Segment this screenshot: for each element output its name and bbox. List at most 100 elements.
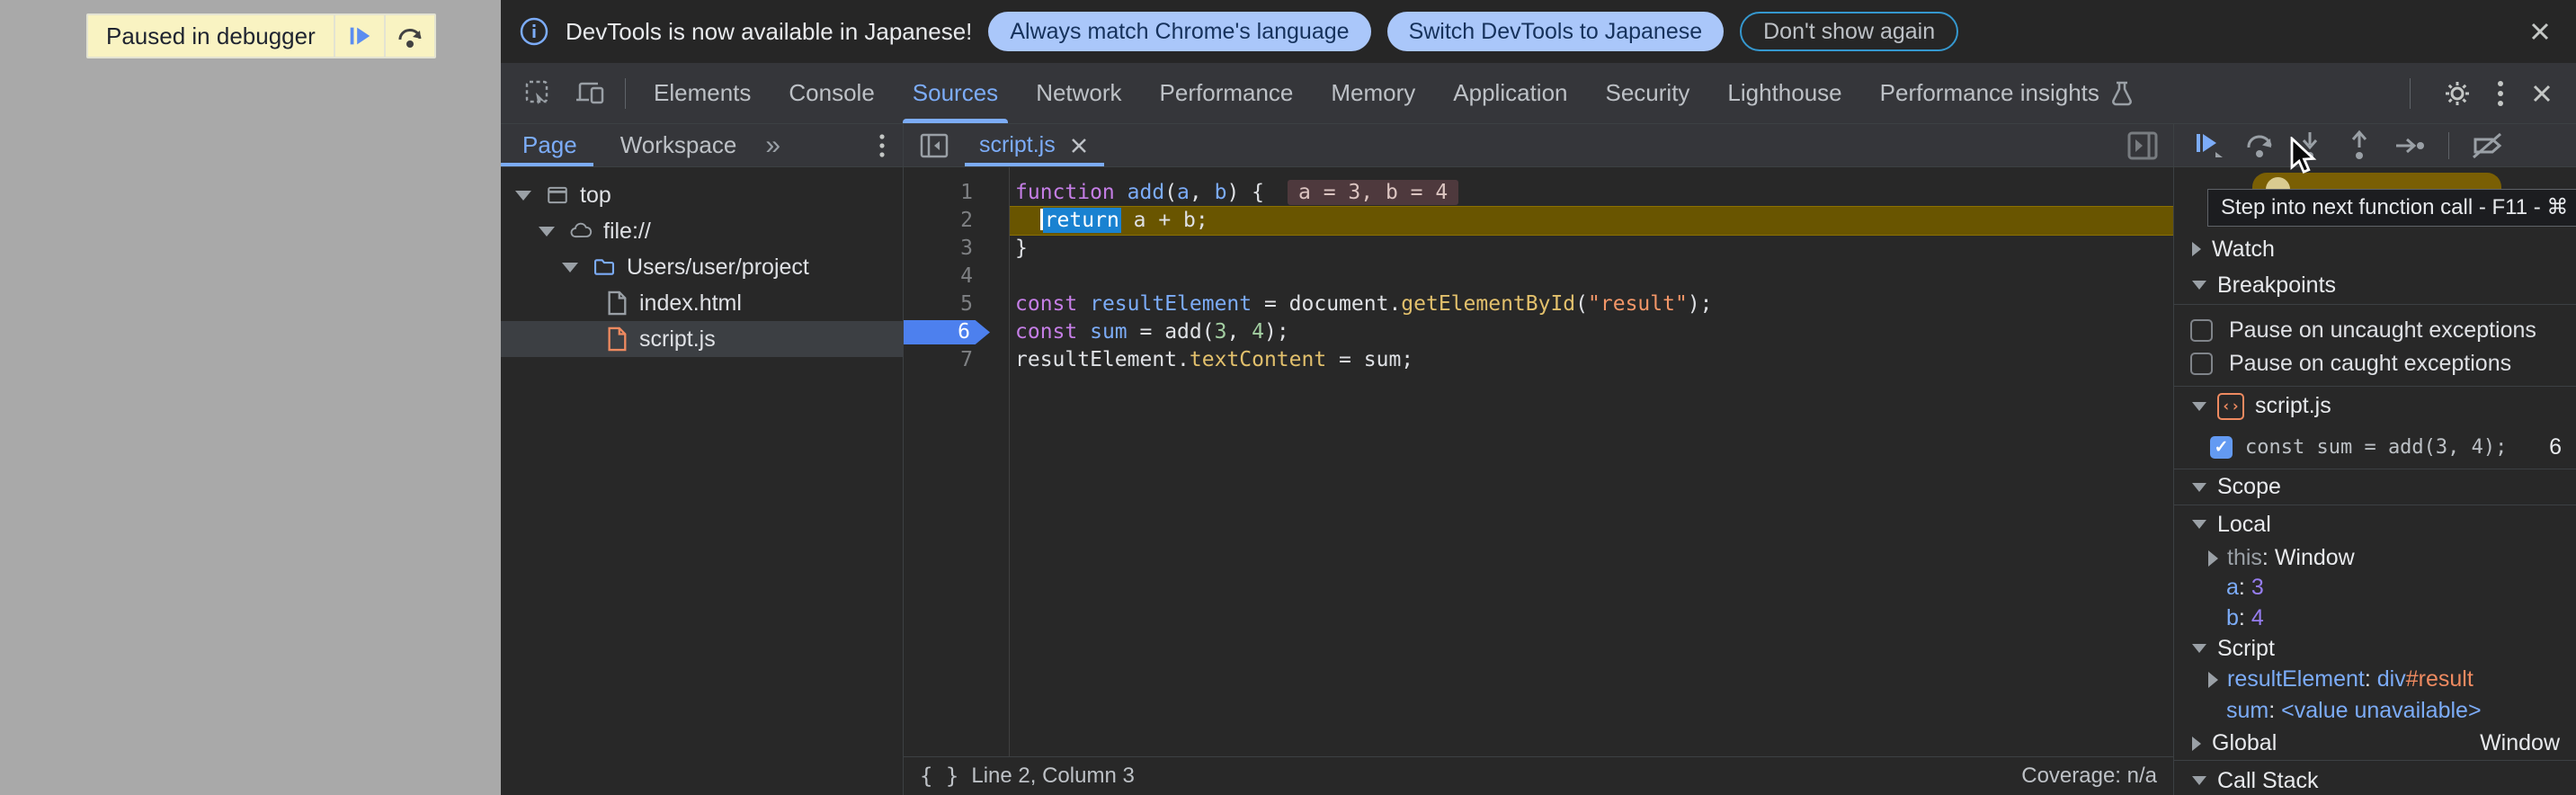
breakpoint-marker-line-6[interactable]: 6 bbox=[904, 320, 990, 344]
step-button[interactable] bbox=[2393, 130, 2428, 161]
step-over-button-page[interactable] bbox=[384, 15, 434, 57]
code-line-1[interactable]: function add(a, b) {a = 3, b = 4 bbox=[1010, 179, 2173, 207]
scope-var-resultelement[interactable]: resultElement: div#result bbox=[2174, 664, 2576, 695]
expand-arrow-icon[interactable] bbox=[512, 191, 535, 201]
inline-variable-evaluation: a = 3, b = 4 bbox=[1288, 180, 1458, 205]
notification-close-button[interactable] bbox=[2526, 17, 2554, 46]
scope-var-sum[interactable]: sum: <value unavailable> bbox=[2174, 695, 2576, 727]
expand-arrow-icon[interactable] bbox=[535, 227, 558, 237]
tab-lighthouse[interactable]: Lighthouse bbox=[1708, 63, 1860, 123]
resume-script-button[interactable] bbox=[2192, 129, 2224, 163]
scope-var-b[interactable]: b: 4 bbox=[2174, 603, 2576, 633]
editor-tab-script-js[interactable]: script.js bbox=[963, 124, 1106, 166]
dont-show-again-button[interactable]: Don't show again bbox=[1740, 12, 1958, 51]
navigator-tab-page[interactable]: Page bbox=[501, 124, 599, 166]
tab-performance[interactable]: Performance bbox=[1141, 63, 1313, 123]
tree-item-project-folder[interactable]: Users/user/project bbox=[501, 249, 903, 285]
line-number[interactable]: 3 bbox=[904, 235, 1009, 263]
navigator-tab-workspace[interactable]: Workspace bbox=[599, 124, 759, 166]
device-toolbar-button[interactable] bbox=[564, 77, 616, 110]
toolbar-divider bbox=[2410, 78, 2411, 109]
code-line-4[interactable] bbox=[1010, 263, 2173, 290]
always-match-language-button[interactable]: Always match Chrome's language bbox=[988, 12, 1370, 51]
pretty-print-icon[interactable]: { } bbox=[920, 764, 958, 789]
collapsed-arrow-icon bbox=[2192, 737, 2201, 751]
tab-sources[interactable]: Sources bbox=[894, 63, 1017, 123]
expanded-arrow-icon bbox=[2192, 402, 2206, 411]
paused-in-debugger-badge: Paused in debugger bbox=[86, 13, 436, 58]
tab-network[interactable]: Network bbox=[1017, 63, 1140, 123]
breakpoints-section-header[interactable]: Breakpoints bbox=[2174, 266, 2576, 305]
breakpoint-options: Pause on uncaught exceptions Pause on ca… bbox=[2174, 305, 2576, 387]
line-number[interactable]: 4 bbox=[904, 263, 1009, 290]
tree-item-file-origin[interactable]: file:// bbox=[501, 213, 903, 249]
global-scope-value: Window bbox=[2480, 730, 2576, 756]
line-number[interactable]: 5 bbox=[904, 290, 1009, 318]
navigator-more-options-button[interactable] bbox=[878, 132, 903, 159]
scope-global-header[interactable]: Global Window bbox=[2174, 727, 2576, 761]
panel-left-icon bbox=[918, 130, 950, 161]
settings-gear-button[interactable] bbox=[2441, 77, 2473, 110]
pause-uncaught-exceptions-option[interactable]: Pause on uncaught exceptions bbox=[2174, 314, 2576, 347]
toggle-debugger-sidebar-button[interactable] bbox=[2125, 129, 2173, 163]
resume-icon bbox=[346, 22, 373, 49]
code-line-6[interactable]: const sum = add(3, 4); bbox=[1010, 318, 2173, 346]
step-over-button[interactable] bbox=[2243, 130, 2276, 161]
device-toolbar-icon bbox=[573, 77, 607, 110]
switch-to-japanese-button[interactable]: Switch DevTools to Japanese bbox=[1387, 12, 1725, 51]
expanded-arrow-icon bbox=[2192, 281, 2206, 290]
breakpoint-entry[interactable]: ✓ const sum = add(3, 4); 6 bbox=[2174, 425, 2576, 469]
step-into-tooltip: Step into next function call - F11 - ⌘ ; bbox=[2207, 189, 2576, 227]
close-tab-icon[interactable] bbox=[1068, 135, 1090, 156]
js-file-icon bbox=[605, 325, 628, 353]
resume-script-button[interactable] bbox=[334, 15, 384, 57]
navigator-pane: Page Workspace » bbox=[501, 124, 904, 795]
more-options-button[interactable] bbox=[2495, 78, 2506, 109]
deactivate-breakpoints-button[interactable] bbox=[2470, 130, 2506, 161]
close-icon bbox=[2527, 79, 2556, 108]
checkbox-unchecked[interactable] bbox=[2190, 353, 2213, 375]
tab-performance-insights[interactable]: Performance insights bbox=[1861, 63, 2154, 123]
expanded-arrow-icon bbox=[2192, 776, 2206, 785]
collapsed-arrow-icon bbox=[2208, 672, 2218, 688]
info-icon bbox=[519, 16, 549, 47]
expand-arrow-icon[interactable] bbox=[558, 263, 582, 272]
line-number[interactable]: 7 bbox=[904, 346, 1009, 374]
scope-var-this[interactable]: this: Window bbox=[2174, 543, 2576, 573]
tab-console[interactable]: Console bbox=[770, 63, 893, 123]
expanded-arrow-icon bbox=[2192, 483, 2206, 492]
browser-page-area: Paused in debugger bbox=[0, 0, 501, 795]
code-lines: function add(a, b) {a = 3, b = 4 return … bbox=[1010, 167, 2173, 795]
tab-security[interactable]: Security bbox=[1587, 63, 1709, 123]
tab-memory[interactable]: Memory bbox=[1312, 63, 1434, 123]
scope-var-a[interactable]: a: 3 bbox=[2174, 573, 2576, 603]
scope-script-header[interactable]: Script bbox=[2174, 633, 2576, 664]
code-line-2-execution-line[interactable]: return a + b; bbox=[1010, 207, 2173, 235]
collapse-navigator-button[interactable] bbox=[918, 130, 950, 161]
checkbox-checked[interactable]: ✓ bbox=[2210, 436, 2233, 459]
tree-item-top[interactable]: top bbox=[501, 177, 903, 213]
more-tabs-chevron[interactable]: » bbox=[758, 130, 784, 161]
code-line-3[interactable]: } bbox=[1010, 235, 2173, 263]
checkbox-unchecked[interactable] bbox=[2190, 319, 2213, 342]
watch-section-header[interactable]: Watch bbox=[2174, 232, 2576, 266]
breakpoint-file-group[interactable]: ‹› script.js bbox=[2174, 387, 2576, 425]
line-number[interactable]: 1 bbox=[904, 179, 1009, 207]
tab-application[interactable]: Application bbox=[1434, 63, 1586, 123]
code-line-7[interactable]: resultElement.textContent = sum; bbox=[1010, 346, 2173, 374]
step-out-button[interactable] bbox=[2344, 130, 2375, 162]
tree-item-index-html[interactable]: index.html bbox=[501, 285, 903, 321]
cloud-icon bbox=[569, 218, 593, 245]
tab-elements[interactable]: Elements bbox=[635, 63, 770, 123]
scope-local-header[interactable]: Local bbox=[2174, 505, 2576, 543]
code-editor[interactable]: 1 2 3 4 5 6 7 function add(a, b) {a = 3,… bbox=[904, 167, 2173, 795]
tree-item-script-js[interactable]: script.js bbox=[501, 321, 903, 357]
call-stack-section-header[interactable]: Call Stack bbox=[2174, 761, 2576, 795]
pause-caught-exceptions-option[interactable]: Pause on caught exceptions bbox=[2174, 347, 2576, 380]
devtools-close-button[interactable] bbox=[2527, 79, 2556, 108]
scope-section-header[interactable]: Scope bbox=[2174, 469, 2576, 505]
line-number[interactable]: 2 bbox=[904, 207, 1009, 235]
inspect-element-button[interactable] bbox=[513, 77, 564, 110]
file-icon bbox=[605, 289, 628, 317]
code-line-5[interactable]: const resultElement = document.getElemen… bbox=[1010, 290, 2173, 318]
